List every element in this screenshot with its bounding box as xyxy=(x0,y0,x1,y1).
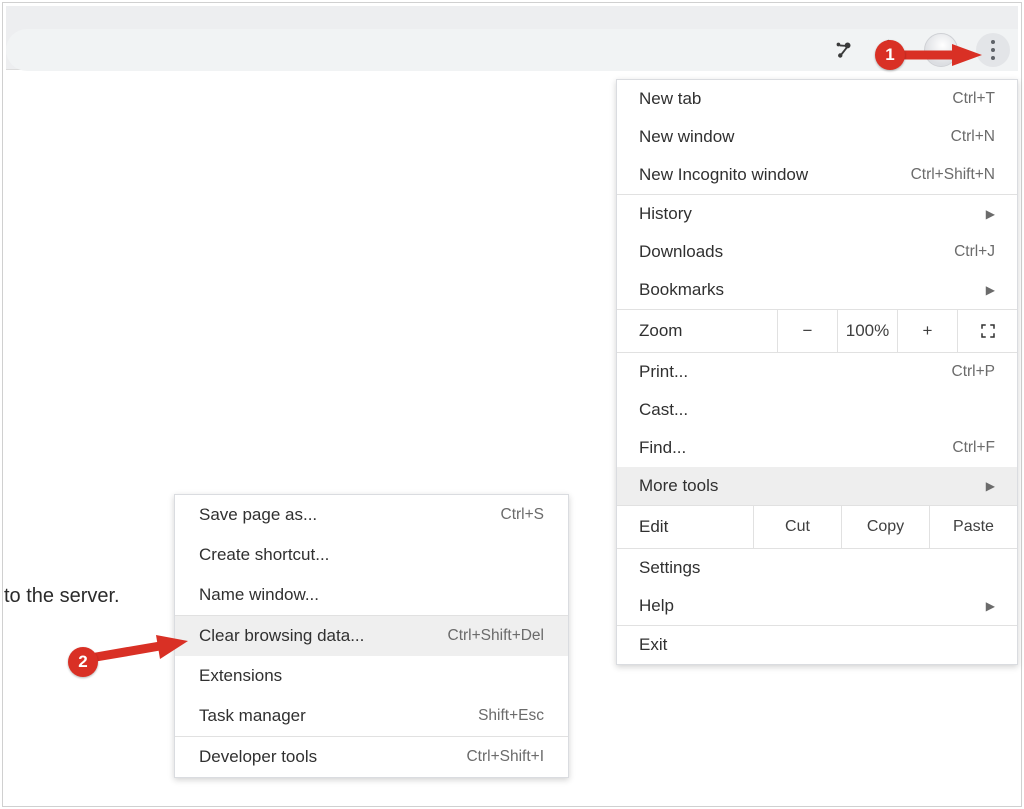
label: Create shortcut... xyxy=(199,545,329,565)
annotation-step-1: 1 xyxy=(875,40,905,70)
label: Find... xyxy=(639,438,686,458)
submenu-item-create-shortcut[interactable]: Create shortcut... xyxy=(175,535,568,575)
chevron-right-icon: ▶ xyxy=(986,599,995,613)
menu-item-new-tab[interactable]: New tab Ctrl+T xyxy=(617,80,1017,118)
cut-button[interactable]: Cut xyxy=(753,506,841,548)
submenu-item-developer-tools[interactable]: Developer tools Ctrl+Shift+I xyxy=(175,737,568,777)
shortcut: Ctrl+J xyxy=(954,243,995,261)
menu-item-exit[interactable]: Exit xyxy=(617,626,1017,664)
shortcut: Ctrl+Shift+I xyxy=(466,748,544,766)
hubspot-extension-icon[interactable] xyxy=(828,35,858,65)
label: History xyxy=(639,204,692,224)
shortcut: Ctrl+Shift+Del xyxy=(448,627,544,645)
paste-button[interactable]: Paste xyxy=(929,506,1017,548)
annotation-arrow-2 xyxy=(90,635,190,665)
chevron-right-icon: ▶ xyxy=(986,207,995,221)
menu-item-print[interactable]: Print... Ctrl+P xyxy=(617,353,1017,391)
label: Task manager xyxy=(199,706,306,726)
label: New tab xyxy=(639,89,701,109)
submenu-item-save-page-as[interactable]: Save page as... Ctrl+S xyxy=(175,495,568,535)
label: Name window... xyxy=(199,585,319,605)
shortcut: Ctrl+N xyxy=(951,128,995,146)
label: Developer tools xyxy=(199,747,317,767)
chevron-right-icon: ▶ xyxy=(986,479,995,493)
label: New window xyxy=(639,127,734,147)
menu-item-help[interactable]: Help ▶ xyxy=(617,587,1017,625)
menu-item-cast[interactable]: Cast... xyxy=(617,391,1017,429)
zoom-label: Zoom xyxy=(617,311,777,351)
label: Extensions xyxy=(199,666,282,686)
menu-item-history[interactable]: History ▶ xyxy=(617,195,1017,233)
label: Exit xyxy=(639,635,667,655)
label: More tools xyxy=(639,476,718,496)
zoom-out-button[interactable]: − xyxy=(777,310,837,352)
menu-item-find[interactable]: Find... Ctrl+F xyxy=(617,429,1017,467)
submenu-item-extensions[interactable]: Extensions xyxy=(175,656,568,696)
menu-item-new-window[interactable]: New window Ctrl+N xyxy=(617,118,1017,156)
menu-item-bookmarks[interactable]: Bookmarks ▶ xyxy=(617,271,1017,309)
label: Cast... xyxy=(639,400,688,420)
label: Help xyxy=(639,596,674,616)
menu-item-settings[interactable]: Settings xyxy=(617,549,1017,587)
menu-zoom-row: Zoom − 100% + xyxy=(617,309,1017,353)
submenu-item-name-window[interactable]: Name window... xyxy=(175,575,568,615)
zoom-value: 100% xyxy=(837,310,897,352)
label: Downloads xyxy=(639,242,723,262)
label: New Incognito window xyxy=(639,165,808,185)
fullscreen-icon xyxy=(979,322,997,340)
menu-item-downloads[interactable]: Downloads Ctrl+J xyxy=(617,233,1017,271)
label: Bookmarks xyxy=(639,280,724,300)
menu-item-more-tools[interactable]: More tools ▶ xyxy=(617,467,1017,505)
shortcut: Ctrl+F xyxy=(952,439,995,457)
chrome-menu: New tab Ctrl+T New window Ctrl+N New Inc… xyxy=(616,79,1018,665)
shortcut: Ctrl+Shift+N xyxy=(911,166,995,184)
page-body-text: to the server. xyxy=(4,585,120,608)
label: Settings xyxy=(639,558,700,578)
zoom-in-button[interactable]: + xyxy=(897,310,957,352)
more-tools-submenu: Save page as... Ctrl+S Create shortcut..… xyxy=(174,494,569,778)
shortcut: Ctrl+S xyxy=(501,506,545,524)
label: Print... xyxy=(639,362,688,382)
address-bar[interactable] xyxy=(6,29,1018,71)
menu-edit-row: Edit Cut Copy Paste xyxy=(617,505,1017,549)
chevron-right-icon: ▶ xyxy=(986,283,995,297)
shortcut: Ctrl+T xyxy=(952,90,995,108)
shortcut: Ctrl+P xyxy=(952,363,996,381)
submenu-item-task-manager[interactable]: Task manager Shift+Esc xyxy=(175,696,568,736)
menu-item-new-incognito[interactable]: New Incognito window Ctrl+Shift+N xyxy=(617,156,1017,194)
shortcut: Shift+Esc xyxy=(478,707,544,725)
fullscreen-button[interactable] xyxy=(957,310,1017,352)
copy-button[interactable]: Copy xyxy=(841,506,929,548)
label: Clear browsing data... xyxy=(199,626,364,646)
submenu-item-clear-browsing-data[interactable]: Clear browsing data... Ctrl+Shift+Del xyxy=(175,616,568,656)
edit-label: Edit xyxy=(617,507,753,547)
label: Save page as... xyxy=(199,505,317,525)
annotation-step-2: 2 xyxy=(68,647,98,677)
